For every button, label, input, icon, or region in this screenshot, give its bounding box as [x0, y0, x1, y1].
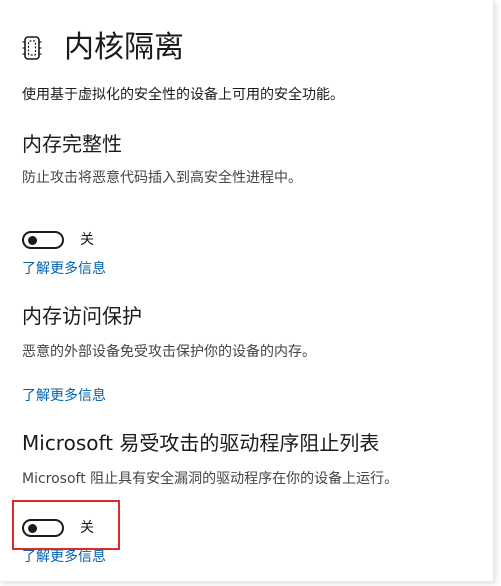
memory-integrity-learn-more-link[interactable]: 了解更多信息 — [22, 259, 106, 279]
memory-access-protection-title: 内存访问保护 — [22, 304, 142, 328]
page-description: 使用基于虚拟化的安全性的设备上可用的安全功能。 — [22, 87, 344, 103]
memory-integrity-description: 防止攻击将恶意代码插入到高安全性进程中。 — [22, 170, 302, 186]
driver-blocklist-description: Microsoft 阻止具有安全漏洞的驱动程序在你的设备上运行。 — [22, 471, 399, 487]
toggle-knob — [28, 236, 37, 245]
core-isolation-panel: 内核隔离 使用基于虚拟化的安全性的设备上可用的安全功能。 内存完整性 防止攻击将… — [0, 0, 494, 582]
highlight-box — [12, 500, 120, 550]
memory-integrity-toggle[interactable] — [22, 231, 64, 249]
memory-integrity-title: 内存完整性 — [22, 132, 122, 156]
driver-blocklist-title: Microsoft 易受攻击的驱动程序阻止列表 — [22, 431, 380, 455]
driver-blocklist-learn-more-link[interactable]: 了解更多信息 — [22, 547, 106, 567]
memory-access-protection-description: 恶意的外部设备免受攻击保护你的设备的内存。 — [22, 344, 316, 360]
memory-access-protection-learn-more-link[interactable]: 了解更多信息 — [22, 386, 106, 406]
page-title: 内核隔离 — [64, 30, 184, 65]
memory-integrity-toggle-label: 关 — [80, 232, 94, 248]
core-isolation-chip-icon — [22, 34, 42, 62]
